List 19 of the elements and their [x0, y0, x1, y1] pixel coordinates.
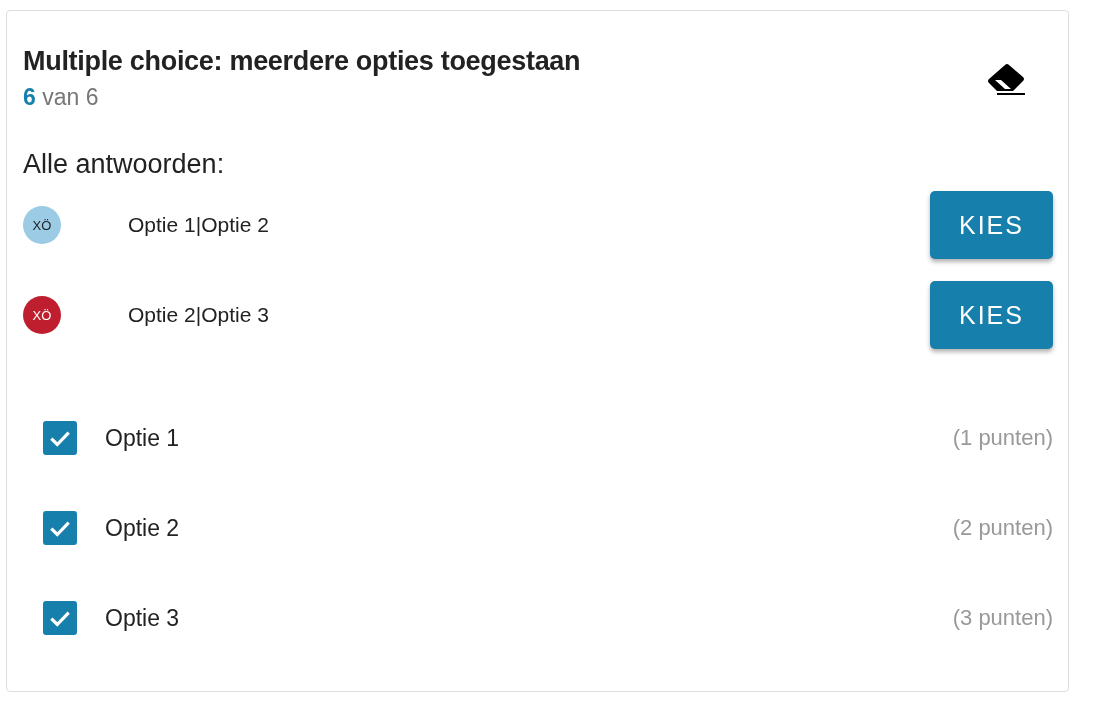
- option-label: Optie 2: [105, 514, 181, 542]
- avatar: XÖ: [23, 296, 61, 334]
- checkbox[interactable]: [43, 421, 77, 455]
- points-text: (1 punten): [952, 425, 1053, 451]
- answers-heading: Alle antwoorden:: [23, 148, 226, 180]
- checkbox[interactable]: [43, 601, 77, 635]
- option-label: Optie 1: [105, 424, 181, 452]
- answer-text: Optie 2|Optie 3: [128, 303, 270, 327]
- checkbox[interactable]: [43, 511, 77, 545]
- points-text: (2 punten): [952, 515, 1053, 541]
- option-label: Optie 3: [105, 604, 181, 632]
- eraser-icon[interactable]: [987, 63, 1027, 97]
- avatar: XÖ: [23, 206, 61, 244]
- points-text: (3 punten): [952, 605, 1053, 631]
- choose-button[interactable]: KIES: [930, 191, 1053, 259]
- score-text: 6 van 6: [23, 83, 100, 111]
- answer-text: Optie 1|Optie 2: [128, 213, 270, 237]
- question-title: Multiple choice: meerdere opties toegestaan: [23, 45, 581, 77]
- choose-button[interactable]: KIES: [930, 281, 1053, 349]
